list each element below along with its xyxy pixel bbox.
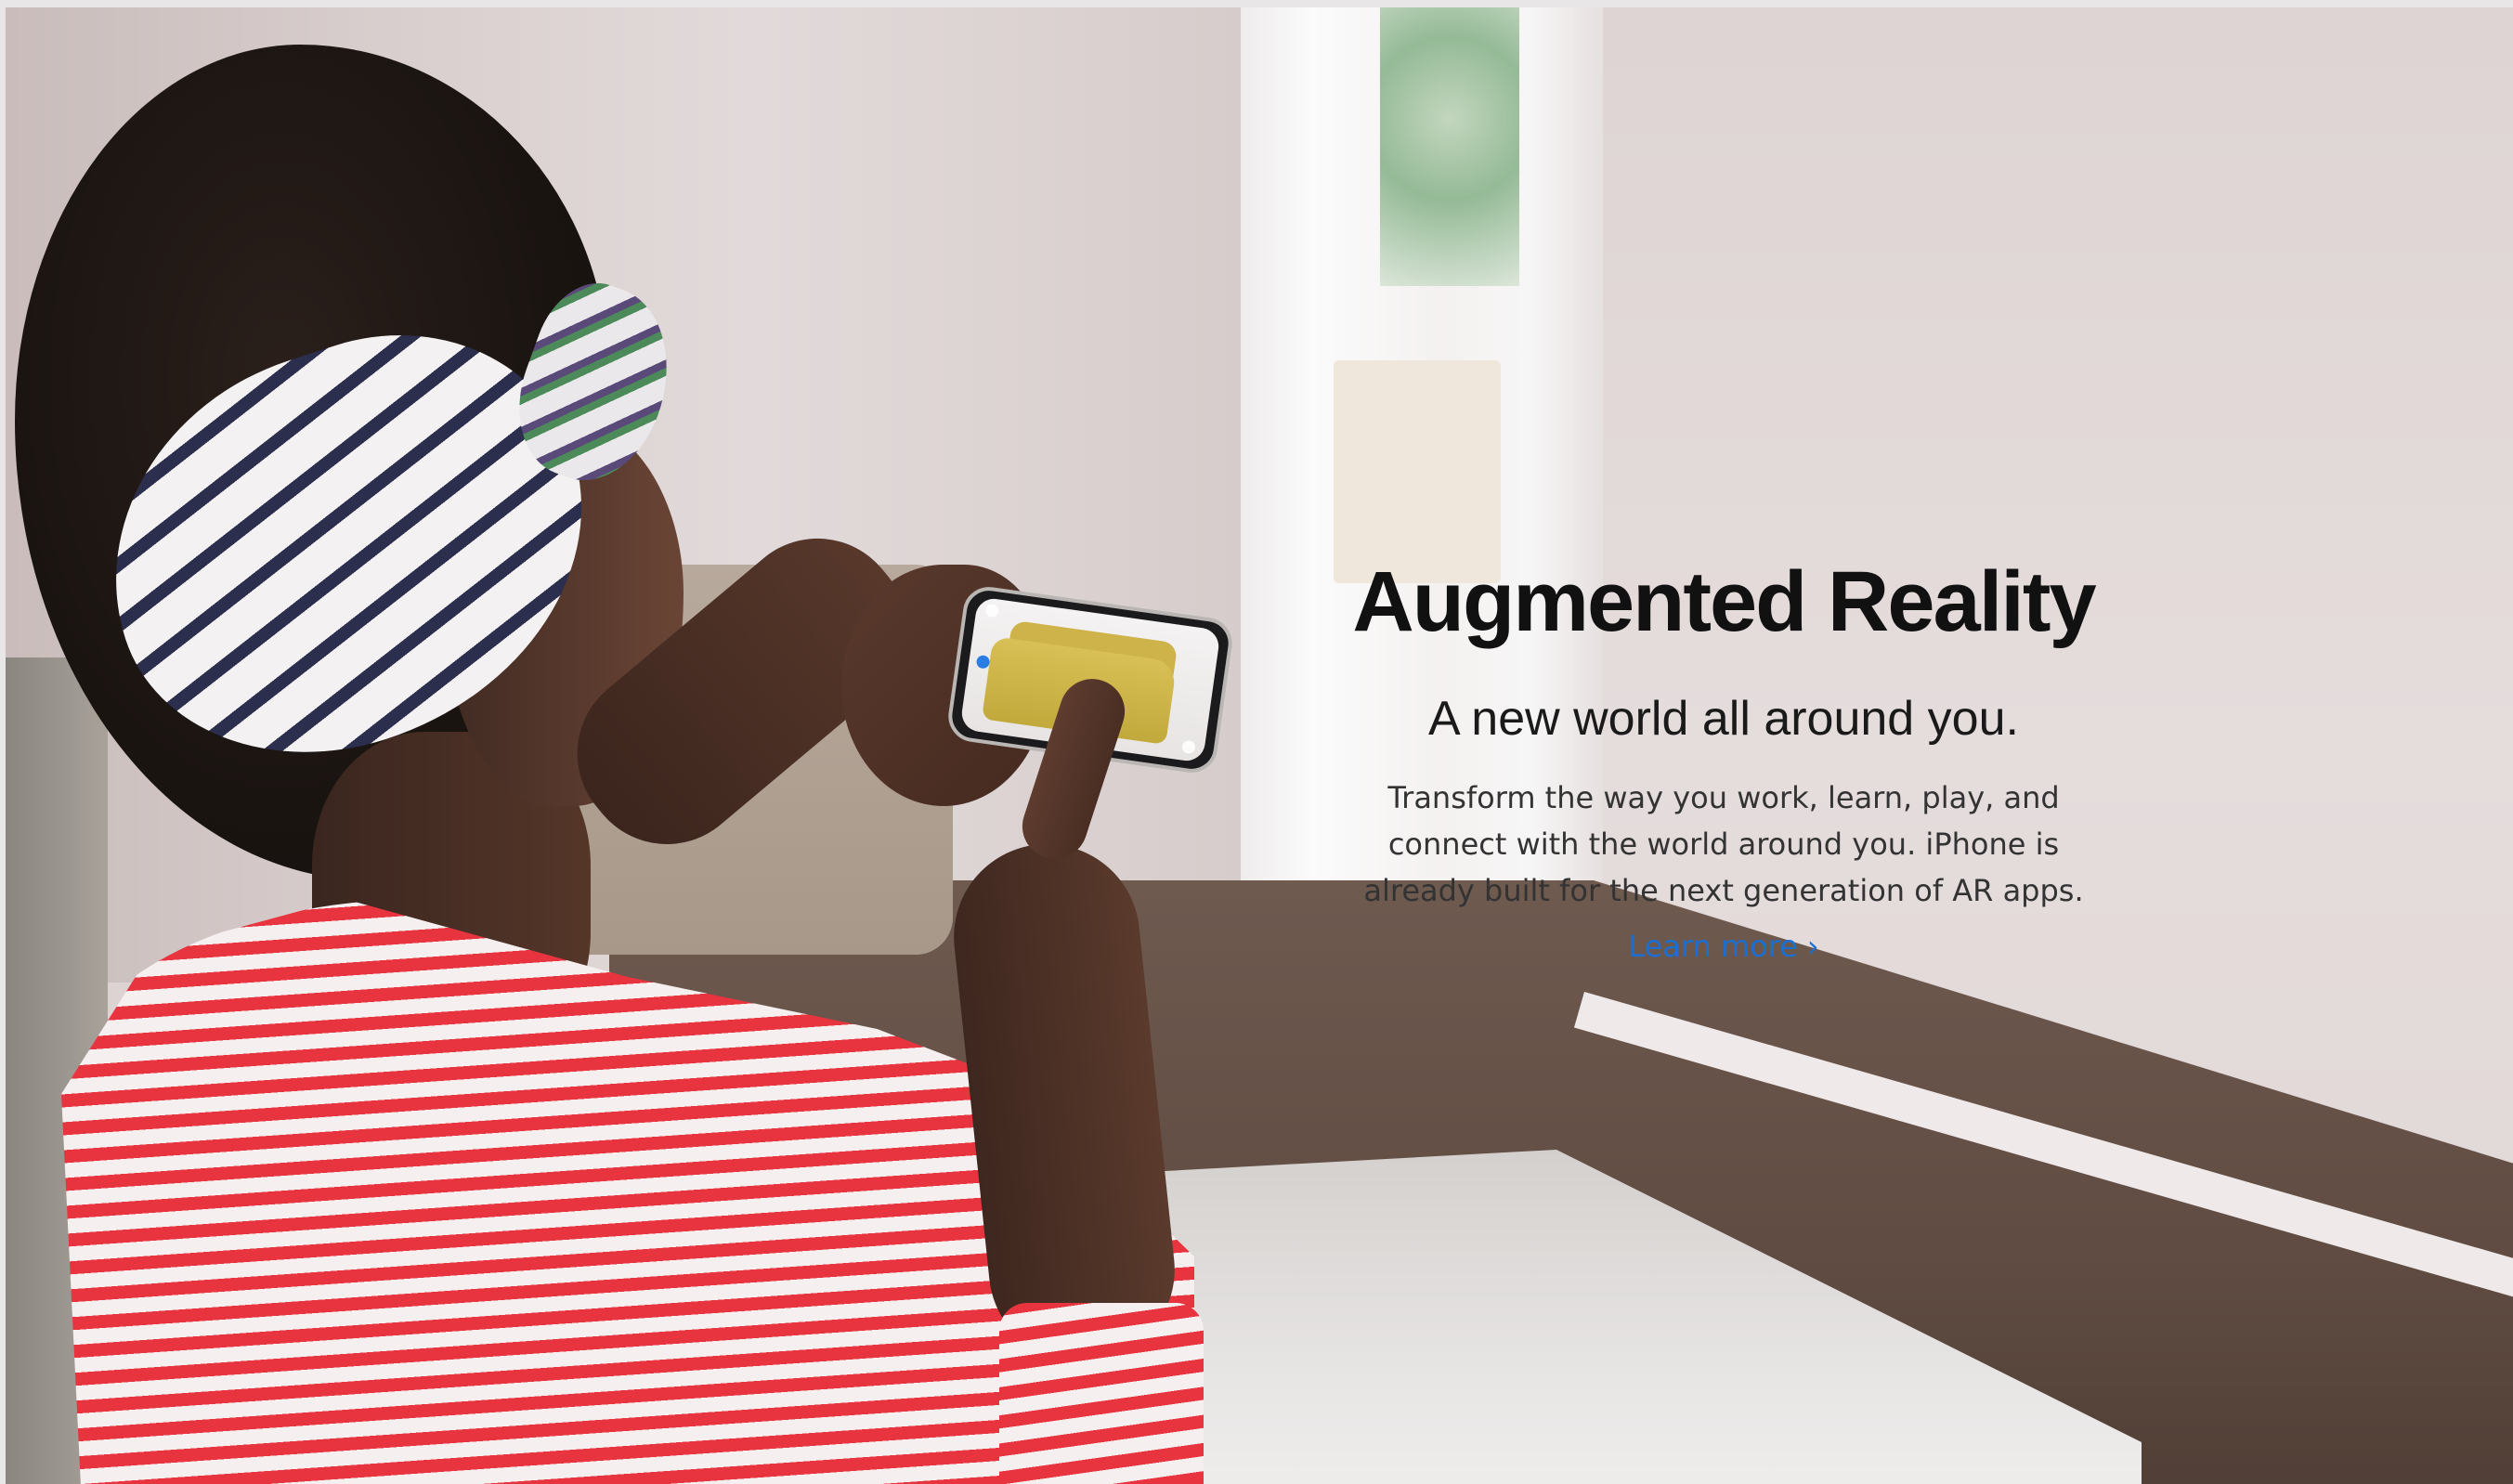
hero-section: Augmented Reality A new world all around… [6,7,2513,1484]
ar-close-icon [984,603,1000,618]
hero-subhead: A new world all around you. [1428,692,2019,747]
learn-more-link[interactable]: Learn more › [1628,929,1818,964]
learn-more-label: Learn more [1628,928,1798,964]
hero-copy: Augmented Reality A new world all around… [1287,554,2160,964]
background-outdoor-view [1380,7,1519,286]
chevron-right-icon: › [1806,928,1819,964]
person-right-sleeve [999,1303,1204,1484]
hero-headline: Augmented Reality [1352,554,2096,649]
background-box [1334,360,1501,583]
hero-body-text: Transform the way you work, learn, play,… [1363,779,2084,908]
ar-capture-icon [1181,739,1196,755]
